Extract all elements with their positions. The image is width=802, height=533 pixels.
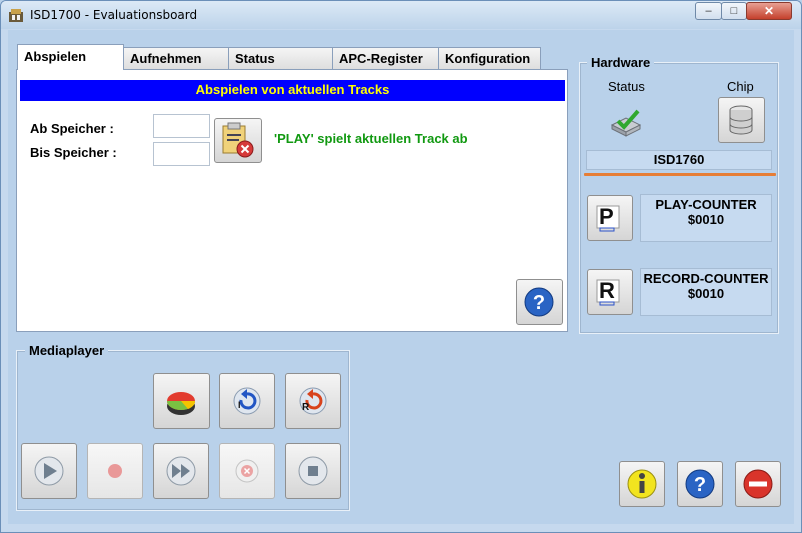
clipboard-delete-icon xyxy=(222,122,254,158)
stop-icon xyxy=(298,456,328,486)
delete-icon xyxy=(235,459,259,483)
play-icon xyxy=(34,456,64,486)
play-counter-panel: PLAY-COUNTER $0010 xyxy=(640,194,772,242)
clear-tracks-button[interactable] xyxy=(214,118,262,163)
tab-konfiguration[interactable]: Konfiguration xyxy=(438,47,541,69)
record-reset-icon: R xyxy=(299,387,327,415)
tab-help-button[interactable]: ? xyxy=(516,279,563,325)
reset-icon: I xyxy=(233,387,261,415)
section-banner: Abspielen von aktuellen Tracks xyxy=(20,80,565,101)
info-button[interactable] xyxy=(619,461,665,507)
chip-label: Chip xyxy=(727,79,754,94)
svg-text:?: ? xyxy=(694,474,706,496)
database-chip-icon xyxy=(729,105,753,135)
app-icon xyxy=(8,7,24,23)
from-memory-input[interactable] xyxy=(153,114,210,138)
help-icon: ? xyxy=(685,469,715,499)
erase-memory-button[interactable] xyxy=(153,373,210,429)
fast-forward-icon xyxy=(166,456,196,486)
to-memory-label: Bis Speicher : xyxy=(30,145,117,160)
reset-button[interactable]: I xyxy=(219,373,275,429)
maximize-icon: □ xyxy=(730,5,738,17)
tab-aufnehmen[interactable]: Aufnehmen xyxy=(123,47,229,69)
minimize-button[interactable]: – xyxy=(695,2,722,20)
play-counter-value: $0010 xyxy=(687,212,725,227)
close-button[interactable]: ✕ xyxy=(746,2,792,20)
play-counter-icon: P xyxy=(596,204,620,232)
record-counter-panel: RECORD-COUNTER $0010 xyxy=(640,268,772,316)
exit-button[interactable] xyxy=(735,461,781,507)
mediaplayer-title: Mediaplayer xyxy=(25,343,109,358)
record-reset-button[interactable]: R xyxy=(285,373,341,429)
svg-text:R: R xyxy=(599,278,615,303)
record-icon xyxy=(108,464,122,478)
record-counter-button[interactable]: R xyxy=(587,269,633,315)
maximize-button[interactable]: □ xyxy=(721,2,747,20)
info-icon xyxy=(627,469,657,499)
svg-text:I: I xyxy=(238,400,241,410)
svg-text:?: ? xyxy=(533,292,545,314)
stop-button[interactable] xyxy=(285,443,341,499)
close-icon: ✕ xyxy=(763,4,775,18)
help-button[interactable]: ? xyxy=(677,461,723,507)
tab-abspielen[interactable]: Abspielen xyxy=(17,44,124,70)
chip-name-display: ISD1760 xyxy=(586,150,772,170)
accent-divider xyxy=(584,173,776,176)
record-counter-value: $0010 xyxy=(687,286,725,301)
connection-ok-icon xyxy=(610,109,642,137)
svg-text:P: P xyxy=(599,204,614,229)
connection-status-indicator xyxy=(606,105,646,141)
play-hint-text: 'PLAY' spielt aktuellen Track ab xyxy=(274,131,468,146)
play-counter-label: PLAY-COUNTER xyxy=(655,197,757,212)
chip-colors-icon xyxy=(167,392,196,415)
window-title: ISD1700 - Evaluationsboard xyxy=(30,8,198,22)
delete-button[interactable] xyxy=(219,443,275,499)
tab-content-abspielen xyxy=(16,69,568,332)
forward-button[interactable] xyxy=(153,443,209,499)
help-icon: ? xyxy=(524,287,554,317)
record-counter-label: RECORD-COUNTER xyxy=(643,271,769,286)
chip-button[interactable] xyxy=(718,97,765,143)
svg-text:R: R xyxy=(302,402,310,413)
tab-status[interactable]: Status xyxy=(228,47,333,69)
record-counter-icon: R xyxy=(596,278,620,306)
from-memory-label: Ab Speicher : xyxy=(30,121,114,136)
hardware-title: Hardware xyxy=(587,55,655,70)
status-label: Status xyxy=(608,79,645,94)
no-entry-icon xyxy=(743,469,773,499)
to-memory-input[interactable] xyxy=(153,142,210,166)
record-button[interactable] xyxy=(87,443,143,499)
minimize-icon: – xyxy=(705,5,712,17)
title-bar[interactable]: ISD1700 - Evaluationsboard – □ ✕ xyxy=(1,1,801,29)
play-button[interactable] xyxy=(21,443,77,499)
tab-apc-register[interactable]: APC-Register xyxy=(332,47,439,69)
play-counter-button[interactable]: P xyxy=(587,195,633,241)
